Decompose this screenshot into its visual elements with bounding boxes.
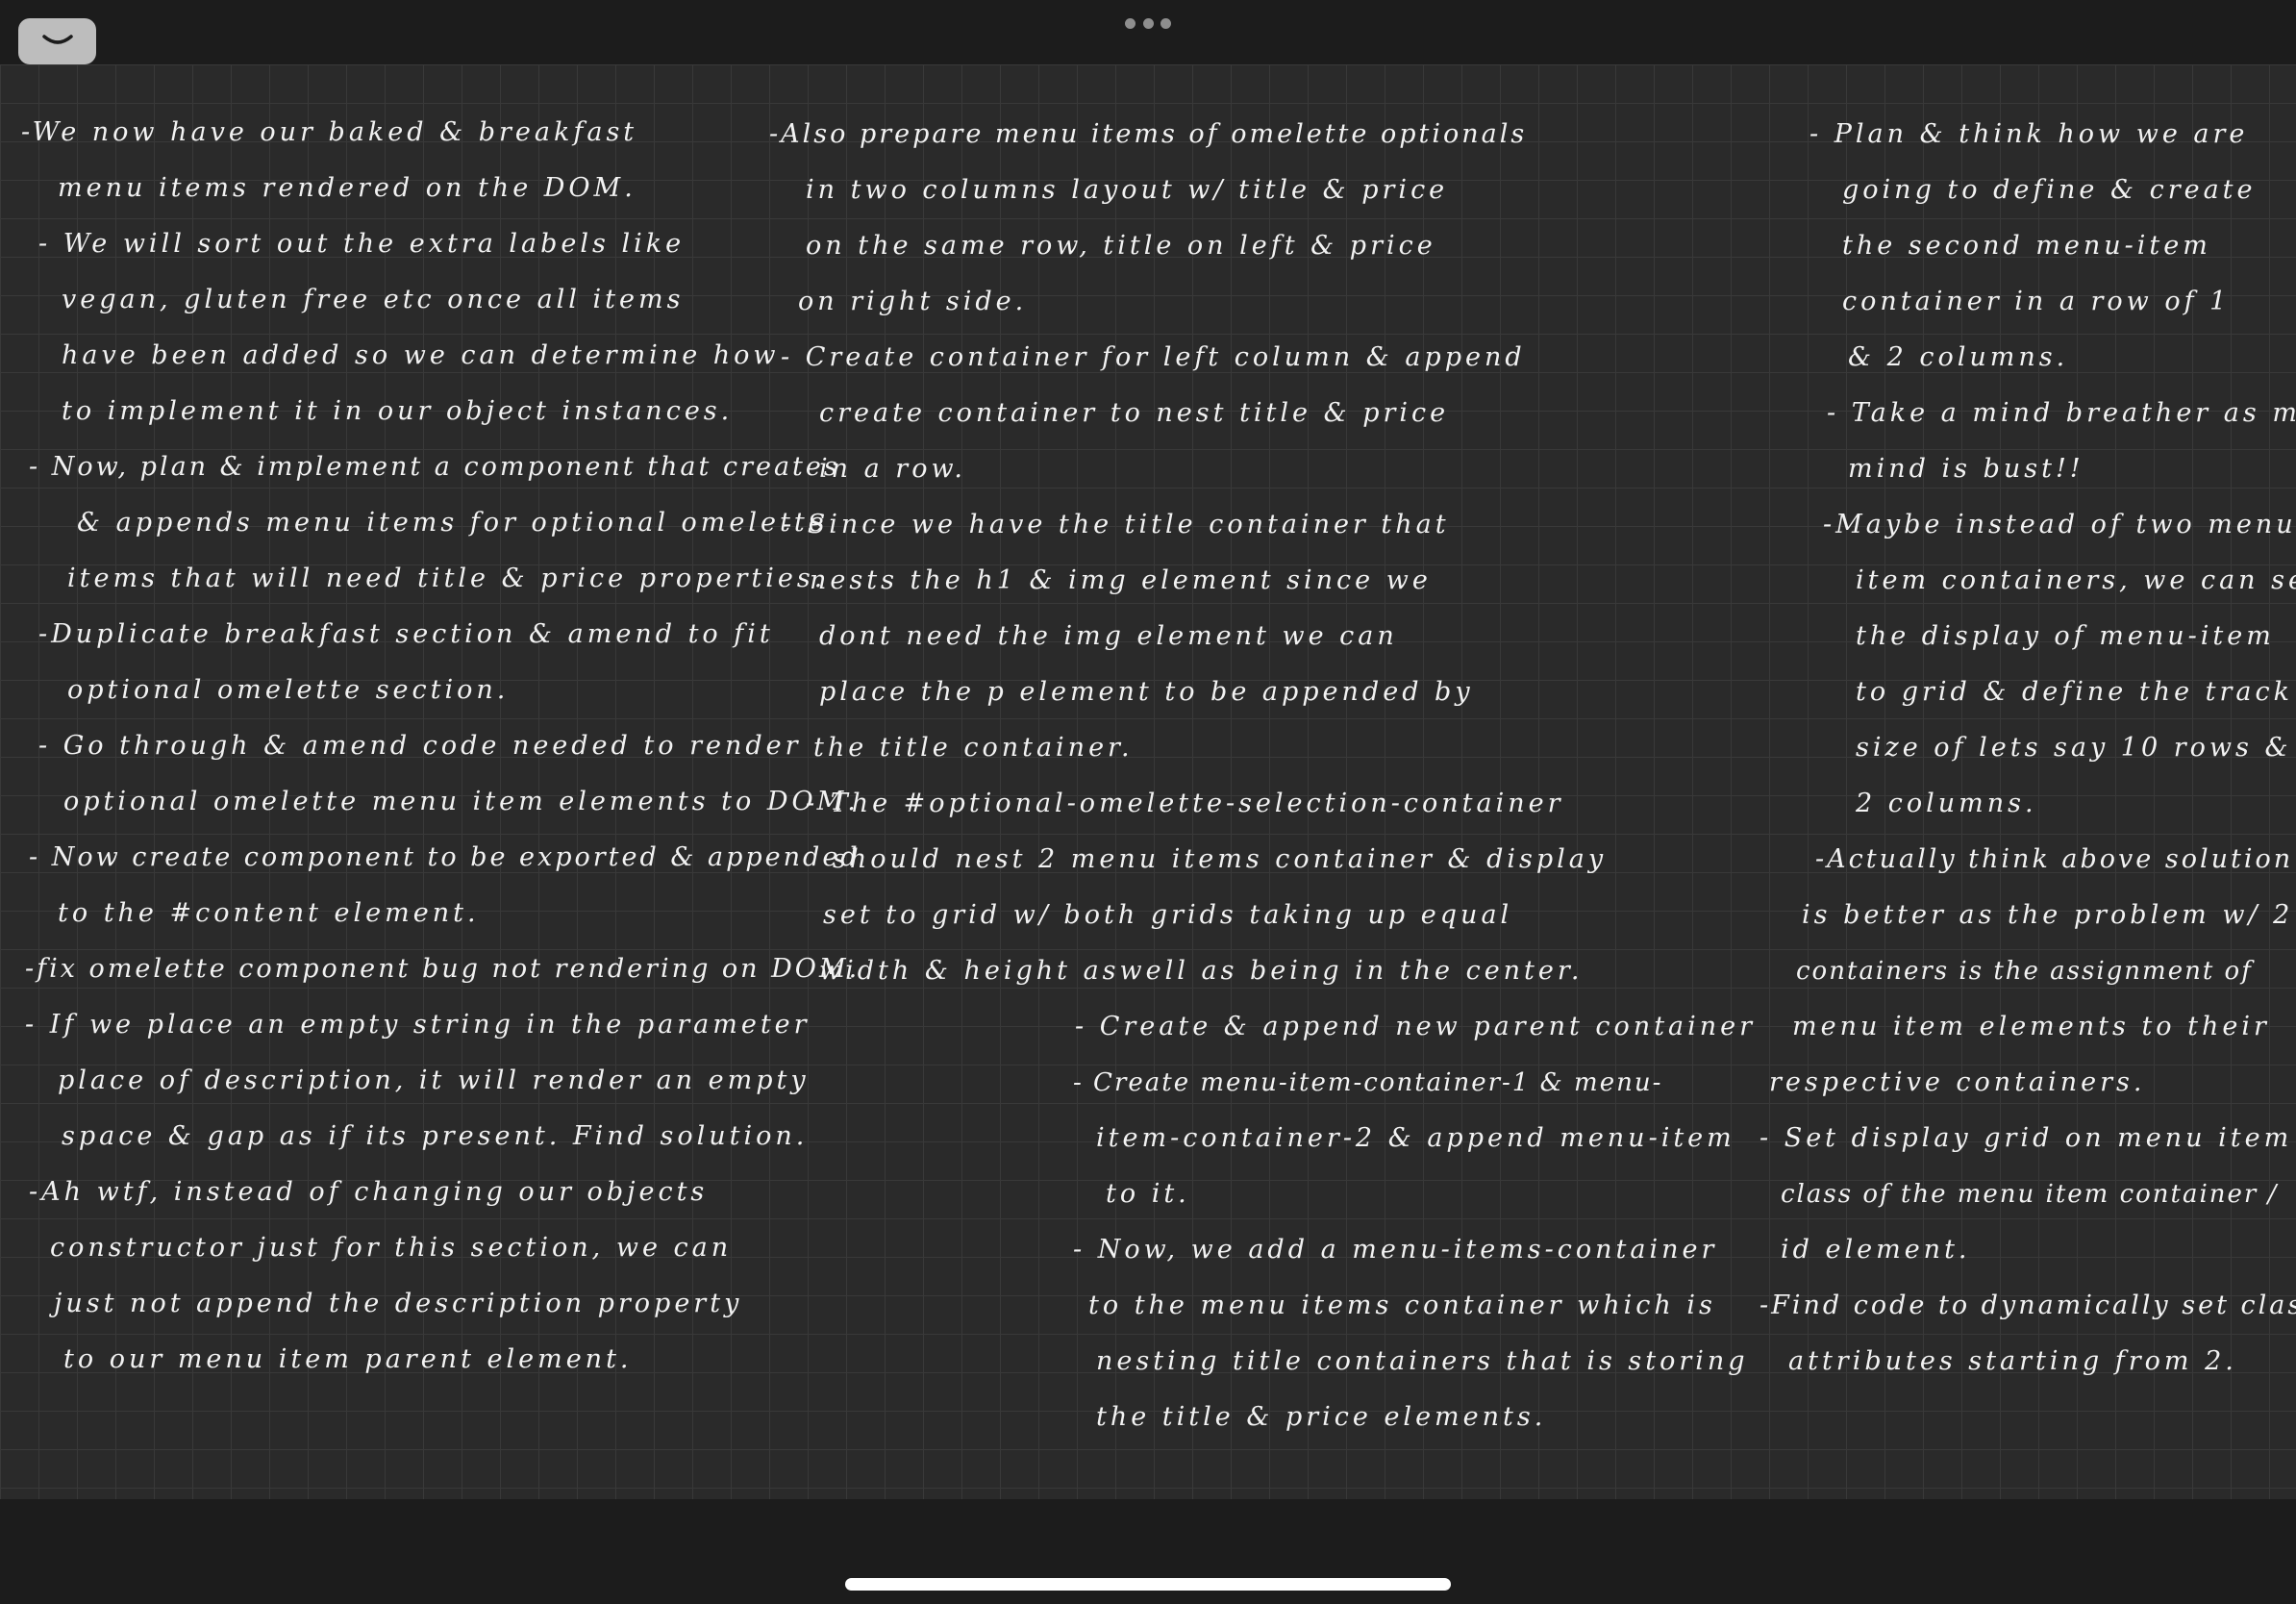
handwritten-line: optional omelette section. [67, 675, 510, 705]
handwritten-line: going to define & create [1842, 175, 2257, 205]
note-canvas[interactable]: -We now have our baked & breakfast menu … [0, 64, 2296, 1499]
handwritten-line: the title & price elements. [1096, 1402, 1547, 1432]
handwritten-line: just not append the description property [54, 1289, 743, 1318]
notes-column-1: -We now have our baked & breakfast menu … [21, 105, 861, 1388]
handwritten-line: set to grid w/ both grids taking up equa… [823, 900, 1513, 930]
handwritten-line: - Create container for left column & app… [781, 342, 1526, 372]
handwritten-line: - If we place an empty string in the par… [25, 1010, 811, 1040]
handwritten-line: in two columns layout w/ title & price [806, 175, 1449, 205]
handwritten-line: in a row. [819, 454, 966, 484]
handwritten-line: - Create menu-item-container-1 & menu- [1073, 1068, 1663, 1097]
handwritten-line: - We will sort out the extra labels like [38, 229, 686, 259]
handwritten-line: -Also prepare menu items of omelette opt… [769, 119, 1528, 149]
handwritten-line: - Now, plan & implement a component that… [29, 452, 840, 482]
handwritten-line: - Plan & think how we are [1809, 119, 2249, 149]
handwritten-line: to the menu items container which is [1088, 1291, 1716, 1320]
handwritten-line: vegan, gluten free etc once all items [62, 285, 685, 314]
handwritten-line: to grid & define the track [1856, 677, 2293, 707]
handwritten-line: size of lets say 10 rows & [1856, 733, 2292, 763]
chevron-down-icon [41, 35, 73, 44]
handwritten-line: the second menu-item [1842, 231, 2211, 261]
handwritten-line: menu items rendered on the DOM. [58, 173, 636, 203]
handwritten-line: - Go through & amend code needed to rend… [38, 731, 802, 761]
handwritten-line: space & gap as if its present. Find solu… [62, 1121, 809, 1151]
handwritten-line: 2 columns. [1856, 789, 2037, 818]
handwritten-line: -Find code to dynamically set class [1759, 1291, 2296, 1320]
handwritten-line: & appends menu items for optional omelet… [77, 508, 828, 538]
handwritten-line: attributes starting from 2. [1788, 1346, 2237, 1376]
handwritten-line: place the p element to be appended by [819, 677, 1474, 707]
handwritten-line: should nest 2 menu items container & dis… [833, 844, 1608, 874]
notes-column-2: -Also prepare menu items of omelette opt… [769, 107, 1757, 1445]
handwritten-line: the title container. [813, 733, 1134, 763]
handwritten-line: item containers, we can set [1856, 565, 2296, 595]
collapse-toolbar-button[interactable] [18, 18, 96, 64]
handwritten-line: -Ah wtf, instead of changing our objects [29, 1177, 709, 1207]
handwritten-line: constructor just for this section, we ca… [50, 1233, 733, 1263]
top-toolbar [0, 0, 2296, 64]
handwritten-line: to our menu item parent element. [63, 1344, 633, 1374]
handwritten-line: containers is the assignment of [1796, 957, 2253, 986]
handwritten-line: -Maybe instead of two menu [1823, 510, 2296, 539]
handwritten-line: the display of menu-item [1856, 621, 2275, 651]
handwritten-line: respective containers. [1769, 1067, 2146, 1097]
handwritten-line: class of the menu item container / [1781, 1180, 2279, 1209]
handwritten-line: menu item elements to their [1792, 1012, 2270, 1041]
handwritten-line: on right side. [798, 287, 1028, 316]
handwritten-line: on the same row, title on left & price [806, 231, 1436, 261]
handwritten-line: - The #optional-omelette-selection-conta… [806, 789, 1564, 818]
notes-column-3: - Plan & think how we are going to defin… [1759, 107, 2296, 1390]
handwritten-line: have been added so we can determine how [62, 340, 780, 370]
handwritten-line: optional omelette menu item elements to … [63, 787, 860, 816]
handwritten-line: to it. [1106, 1179, 1190, 1209]
handwritten-line: width & height aswell as being in the ce… [819, 956, 1584, 986]
more-dots-icon[interactable] [1125, 16, 1171, 30]
handwritten-line: to implement it in our object instances. [62, 396, 734, 426]
handwritten-line: nests the h1 & img element since we [810, 565, 1432, 595]
handwritten-line: nesting title containers that is storing [1096, 1346, 1749, 1376]
handwritten-line: mind is bust!! [1848, 454, 2084, 484]
handwritten-line: -We now have our baked & breakfast [21, 117, 638, 147]
home-indicator[interactable] [845, 1578, 1451, 1591]
handwritten-line: to the #content element. [58, 898, 480, 928]
handwritten-line: -fix omelette component bug not renderin… [25, 954, 861, 984]
handwritten-line: - Set display grid on menu item [1759, 1123, 2293, 1153]
handwritten-line: items that will need title & price prope… [67, 564, 827, 593]
handwritten-line: - Now create component to be exported & … [29, 842, 861, 872]
handwritten-line: item-container-2 & append menu-item [1096, 1123, 1735, 1153]
handwritten-line: id element. [1781, 1235, 1971, 1265]
handwritten-line: - Create & append new parent container [1075, 1012, 1757, 1041]
handwritten-line: - Since we have the title container that [783, 510, 1450, 539]
handwritten-line: -Duplicate breakfast section & amend to … [38, 619, 774, 649]
handwritten-line: -Actually think above solution [1815, 844, 2294, 874]
handwritten-line: container in a row of 1 [1842, 287, 2231, 316]
handwritten-line: - Take a mind breather as my [1827, 398, 2296, 428]
handwritten-line: place of description, it will render an … [58, 1065, 810, 1095]
handwritten-line: is better as the problem w/ 2 [1802, 900, 2294, 930]
handwritten-line: - Now, we add a menu-items-container [1073, 1235, 1718, 1265]
handwritten-line: & 2 columns. [1848, 342, 2069, 372]
handwritten-line: create container to nest title & price [819, 398, 1450, 428]
handwritten-line: dont need the img element we can [819, 621, 1398, 651]
